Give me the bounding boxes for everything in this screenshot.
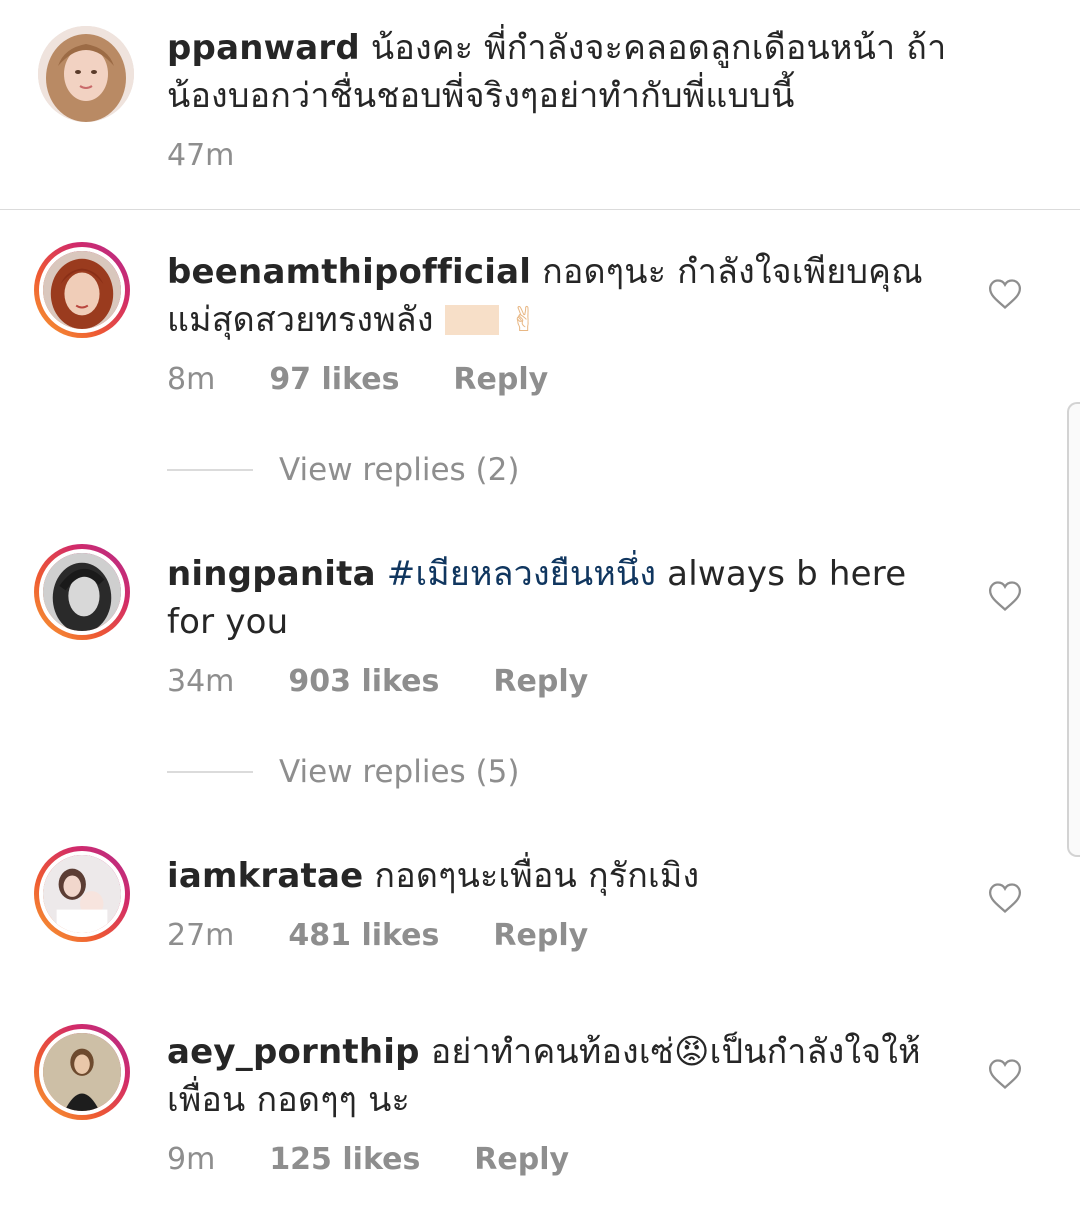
avatar-photo (43, 855, 121, 933)
comment-time: 8m (167, 362, 216, 397)
view-replies-button[interactable]: View replies (5) (167, 754, 519, 790)
comments-screen: ppanward น้องคะ พี่กำลังจะคลอดลูกเดือนหน… (0, 0, 1080, 1217)
comment-text: ningpanita #เมียหลวงยืนหนึ่ง always b he… (167, 550, 927, 646)
scrollbar-handle[interactable] (1067, 402, 1080, 857)
comment-username[interactable]: ningpanita (167, 554, 376, 594)
reply-button[interactable]: Reply (493, 916, 588, 956)
victory-hand-emoji: ✌ (509, 300, 539, 340)
avatar[interactable] (34, 1024, 130, 1120)
comment-username[interactable]: iamkratae (167, 856, 363, 896)
comment-username[interactable]: beenamthipofficial (167, 252, 531, 292)
avatar-photo (43, 251, 121, 329)
comment-username[interactable]: aey_pornthip (167, 1032, 420, 1072)
likes-count[interactable]: 481 likes (288, 916, 439, 956)
caption-meta: 47m (167, 136, 234, 176)
likes-count[interactable]: 903 likes (288, 662, 439, 702)
comment-text: beenamthipofficial กอดๆนะ กำลังใจเพียบคุ… (167, 248, 927, 344)
comment-meta: 9m 125 likes Reply (167, 1140, 569, 1180)
view-replies-label: View replies (2) (279, 452, 520, 488)
reply-button[interactable]: Reply (493, 662, 588, 702)
hashtag-link[interactable]: #เมียหลวงยืนหนึ่ง (387, 554, 656, 594)
reply-button[interactable]: Reply (453, 360, 548, 400)
reply-button[interactable]: Reply (474, 1140, 569, 1180)
caption-time: 47m (167, 138, 235, 173)
avatar-photo (43, 1033, 121, 1111)
comment-body: อย่าทำคนท้องเซ่ (430, 1032, 674, 1072)
comment-text: iamkratae กอดๆนะเพื่อน กุรักเมิง (167, 852, 927, 900)
replies-divider (167, 771, 253, 773)
replies-divider (167, 469, 253, 471)
avatar[interactable] (38, 26, 134, 122)
caption-text: ppanward น้องคะ พี่กำลังจะคลอดลูกเดือนหน… (167, 24, 997, 120)
heart-outline-icon[interactable] (988, 580, 1022, 612)
caption-username[interactable]: ppanward (167, 28, 360, 68)
comment-meta: 34m 903 likes Reply (167, 662, 588, 702)
view-replies-button[interactable]: View replies (2) (167, 452, 519, 488)
comment-text: aey_pornthip อย่าทำคนท้องเซ่😡เป็นกำลังใจ… (167, 1028, 957, 1124)
view-replies-label: View replies (5) (279, 754, 520, 790)
likes-count[interactable]: 125 likes (269, 1140, 420, 1180)
comment-body: กอดๆนะเพื่อน กุรักเมิง (374, 856, 700, 896)
likes-count[interactable]: 97 likes (269, 360, 399, 400)
avatar[interactable] (34, 846, 130, 942)
comment-time: 34m (167, 664, 235, 699)
avatar-photo (43, 553, 121, 631)
avatar[interactable] (34, 242, 130, 338)
comment-meta: 27m 481 likes Reply (167, 916, 588, 956)
avatar-photo (38, 26, 134, 122)
post-caption: ppanward น้องคะ พี่กำลังจะคลอดลูกเดือนหน… (0, 0, 1080, 210)
skin-tone-emoji (444, 305, 499, 335)
comment-time: 27m (167, 918, 235, 953)
comment-meta: 8m 97 likes Reply (167, 360, 548, 400)
avatar[interactable] (34, 544, 130, 640)
heart-outline-icon[interactable] (988, 882, 1022, 914)
comment-time: 9m (167, 1142, 216, 1177)
angry-face-emoji: 😡 (673, 1032, 710, 1072)
heart-outline-icon[interactable] (988, 278, 1022, 310)
heart-outline-icon[interactable] (988, 1058, 1022, 1090)
